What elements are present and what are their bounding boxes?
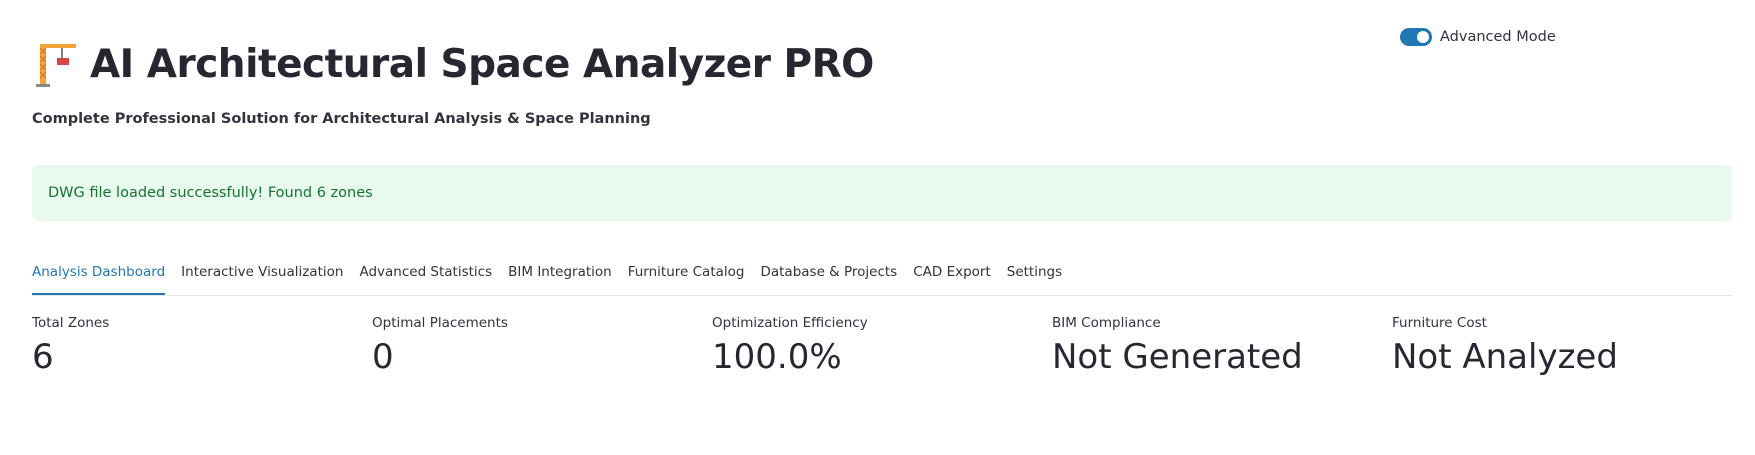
tab-furniture-catalog[interactable]: Furniture Catalog [628, 256, 745, 294]
metric-value: 100.0% [712, 337, 842, 377]
metric-label: Furniture Cost [1392, 315, 1487, 331]
crane-icon [32, 40, 80, 88]
tab-interactive-visualization[interactable]: Interactive Visualization [181, 256, 343, 294]
metric-value: 6 [32, 337, 54, 377]
metric-optimization-efficiency: Optimization Efficiency 100.0% [712, 315, 1052, 377]
metrics-row: Total Zones 6 Optimal Placements 0 Optim… [32, 315, 1732, 377]
tab-bar: Analysis Dashboard Interactive Visualiza… [32, 256, 1732, 296]
page-subtitle: Complete Professional Solution for Archi… [32, 111, 651, 127]
metric-value: Not Generated [1052, 337, 1303, 377]
metric-optimal-placements: Optimal Placements 0 [372, 315, 712, 377]
page-title: AI Architectural Space Analyzer PRO [90, 41, 874, 87]
advanced-mode-label: Advanced Mode [1440, 29, 1556, 45]
alert-text: DWG file loaded successfully! Found 6 zo… [48, 185, 373, 201]
metric-value: Not Analyzed [1392, 337, 1618, 377]
app-header: AI Architectural Space Analyzer PRO [32, 40, 874, 88]
metric-label: Optimization Efficiency [712, 315, 868, 331]
metric-total-zones: Total Zones 6 [32, 315, 372, 377]
tab-advanced-statistics[interactable]: Advanced Statistics [359, 256, 492, 294]
metric-bim-compliance: BIM Compliance Not Generated [1052, 315, 1392, 377]
tab-cad-export[interactable]: CAD Export [913, 256, 991, 294]
metric-value: 0 [372, 337, 394, 377]
toggle-switch[interactable] [1400, 28, 1432, 46]
success-alert: DWG file loaded successfully! Found 6 zo… [32, 165, 1732, 221]
advanced-mode-toggle[interactable]: Advanced Mode [1400, 28, 1556, 46]
tab-bim-integration[interactable]: BIM Integration [508, 256, 612, 294]
tab-database-projects[interactable]: Database & Projects [760, 256, 897, 294]
toggle-knob [1417, 31, 1429, 43]
metric-label: BIM Compliance [1052, 315, 1161, 331]
tab-settings[interactable]: Settings [1007, 256, 1062, 294]
metric-furniture-cost: Furniture Cost Not Analyzed [1392, 315, 1732, 377]
metric-label: Total Zones [32, 315, 110, 331]
metric-label: Optimal Placements [372, 315, 508, 331]
tab-analysis-dashboard[interactable]: Analysis Dashboard [32, 256, 166, 295]
